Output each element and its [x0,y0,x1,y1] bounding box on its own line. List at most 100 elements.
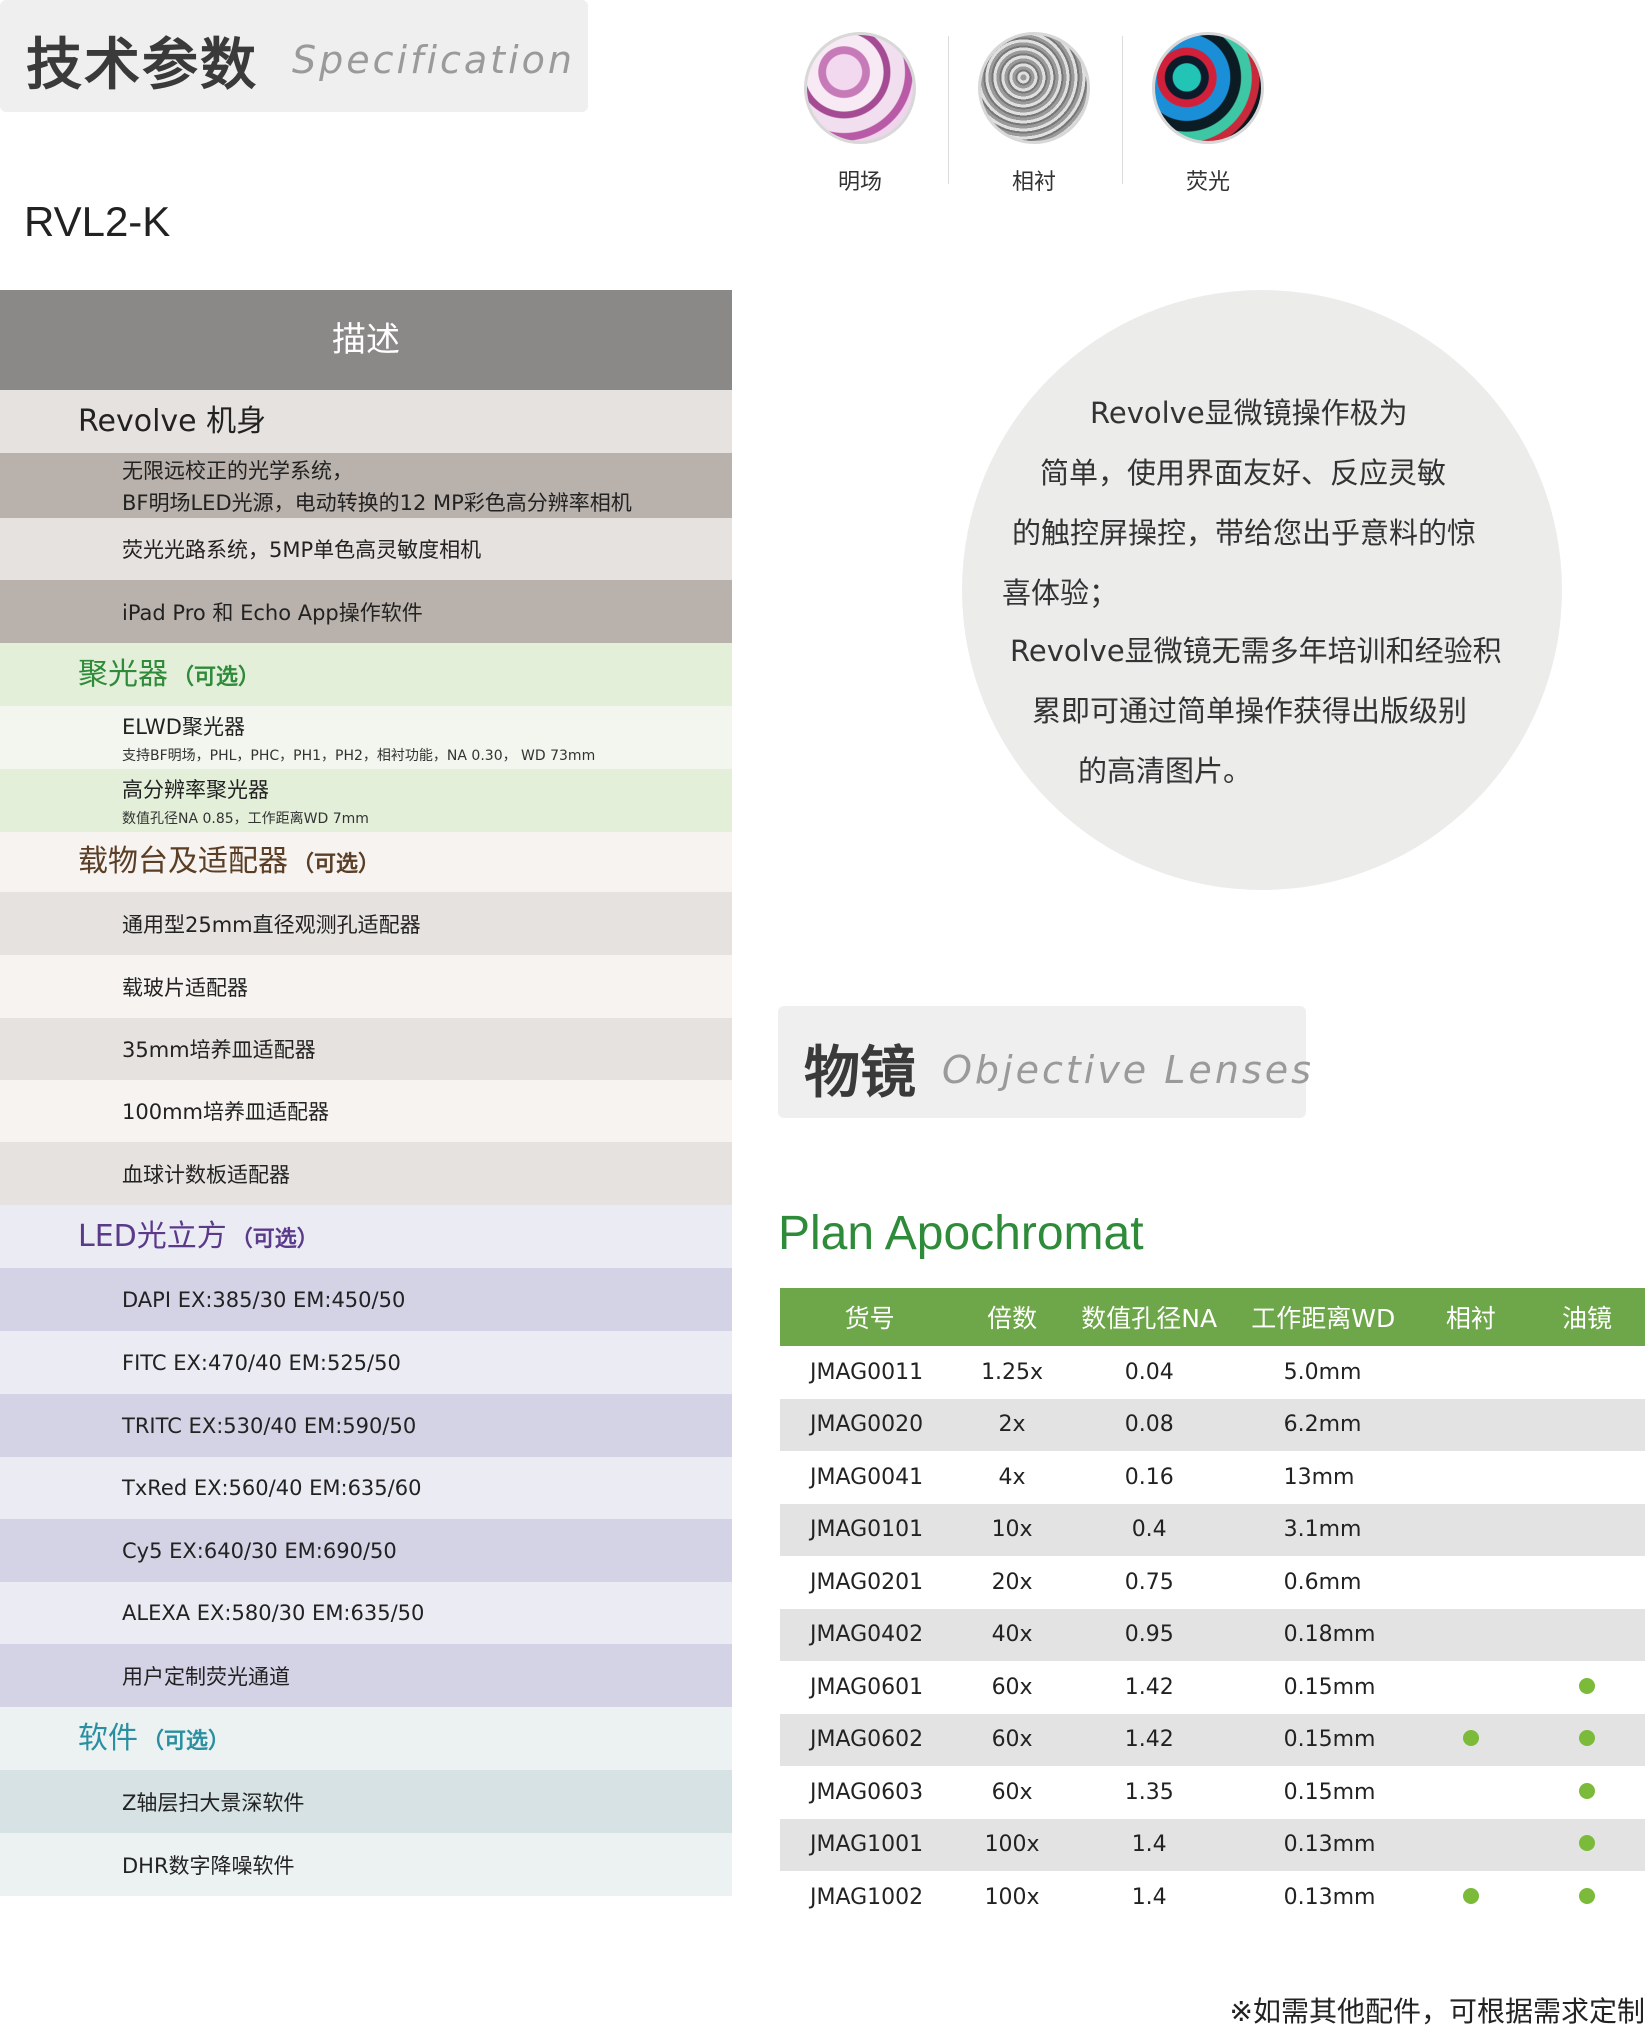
intro-line: Revolve显微镜无需多年培训和经验积 [1010,634,1502,668]
cell-na: 0.16 [1124,1464,1174,1490]
cell-wd: 6.2mm [1233,1398,1413,1451]
item-text: DHR数字降噪软件 [122,1853,295,1878]
table-row: JMAG0601 60x 1.42 0.15mm [780,1661,1645,1714]
cell-na: 0.4 [1064,1503,1234,1556]
objectives-body: JMAG0011 1.25x 0.04 5.0mm JMAG0020 2x 0.08 6.2m… [780,1346,1645,1924]
cell-id: JMAG0041 [810,1464,924,1490]
table-row: Z轴层扫大景深软件 [0,1770,732,1833]
section-title: 载物台及适配器 （可选） [0,832,732,892]
cell-id: JMAG0020 [780,1398,960,1451]
optional-tag: （可选） [172,665,261,690]
cell-wd: 0.6mm [1283,1569,1362,1595]
table-row: 高分辨率聚光器 数值孔径NA 0.85，工作距离WD 7mm [0,769,732,832]
cell-wd: 0.13mm [1233,1818,1413,1871]
table-row: TxRed EX:560/40 EM:635/60 [0,1457,732,1519]
cell-wd: 0.15mm [1233,1713,1413,1766]
table-row: JMAG0011 1.25x 0.04 5.0mm [780,1346,1645,1399]
optional-tag: （可选） [292,852,381,877]
item-text: 载玻片适配器 [122,975,248,1000]
mode-fluorescence: 荧光 [1150,32,1266,196]
item-text: FITC EX:470/40 EM:525/50 [122,1350,401,1375]
table-row: 100mm培养皿适配器 [0,1080,732,1142]
cell-na: 1.42 [1064,1713,1234,1766]
item-subtext: 支持BF明场，PHL，PHC，PH1，PH2，相衬功能，NA 0.30， WD … [122,747,596,764]
cell-id: JMAG0601 [810,1674,924,1700]
cell-mag: 4x [998,1464,1026,1490]
cell-phase [1412,1398,1529,1451]
objectives-header-row: 货号 倍数 数值孔径NA 工作距离WD 相衬 油镜 [780,1288,1645,1346]
series-title: Plan Apochromat [778,1207,1144,1260]
cell-phase [1413,1556,1529,1609]
table-row: 35mm培养皿适配器 [0,1018,732,1080]
cell-oil [1529,1451,1645,1504]
cell-oil [1528,1503,1645,1556]
cell-oil [1529,1556,1645,1609]
table-row: JMAG0602 60x 1.42 0.15mm [780,1713,1645,1766]
item-text: iPad Pro 和 Echo App操作软件 [122,600,423,625]
cell-id: JMAG0402 [780,1608,960,1661]
table-row: ALEXA EX:580/30 EM:635/50 [0,1582,732,1644]
item-text: 35mm培养皿适配器 [122,1038,316,1062]
cell-phase [1413,1346,1529,1399]
cell-na: 0.08 [1064,1398,1234,1451]
cell-na: 1.4 [1064,1818,1234,1871]
cell-phase [1413,1871,1529,1924]
table-row: 血球计数板适配器 [0,1142,732,1205]
section-title: 聚光器 （可选） [0,643,732,706]
brightfield-sample-icon [804,32,916,144]
description-table: 描述 Revolve 机身 无限远校正的光学系统， BF明场LED光源，电动转换的1… [0,290,732,1896]
cell-mag: 60x [991,1674,1033,1700]
mode-divider [948,36,949,184]
cell-phase [1412,1713,1529,1766]
table-row: iPad Pro 和 Echo App操作软件 [0,580,732,643]
intro-line: 喜体验； [1002,576,1119,610]
cell-id: JMAG0101 [780,1503,960,1556]
cell-mag: 20x [991,1569,1033,1595]
cell-oil [1529,1661,1645,1714]
cell-phase [1413,1661,1529,1714]
cell-mag: 10x [959,1503,1065,1556]
table-row: DHR数字降噪软件 [0,1833,732,1896]
cell-id: JMAG1001 [780,1818,960,1871]
table-header: 描述 [0,290,732,390]
mode-divider [1122,36,1123,184]
item-text: 用户定制荧光通道 [122,1664,290,1689]
section-title: Revolve 机身 [0,390,732,453]
cell-na: 1.42 [1124,1674,1174,1700]
cell-oil [1529,1766,1645,1819]
item-text: ALEXA EX:580/30 EM:635/50 [122,1601,425,1625]
cell-id: JMAG0602 [780,1713,960,1766]
cell-na: 1.4 [1131,1884,1167,1910]
cell-wd: 0.15mm [1283,1779,1376,1805]
intro-line: 简单，使用界面友好、反应灵敏 [1040,456,1447,490]
item-text: 荧光光路系统，5MP单色高灵敏度相机 [122,538,482,562]
table-row: 荧光光路系统，5MP单色高灵敏度相机 [0,518,732,580]
table-row: TRITC EX:530/40 EM:590/50 [0,1394,732,1457]
col-header: 油镜 [1528,1288,1645,1346]
section-title-text: 载物台及适配器 [78,844,288,879]
objectives-table: 货号 倍数 数值孔径NA 工作距离WD 相衬 油镜 JMAG0011 1.25x 0… [780,1288,1645,1924]
section-title: LED光立方 （可选） [0,1205,732,1268]
item-text: 100mm培养皿适配器 [122,1100,329,1124]
table-row: JMAG0402 40x 0.95 0.18mm [780,1608,1645,1661]
cell-oil [1528,1398,1645,1451]
intro-line: 的高清图片。 [1078,754,1253,788]
cell-wd: 3.1mm [1233,1503,1413,1556]
optional-tag: （可选） [142,1729,231,1754]
fluorescence-sample-icon [1152,32,1264,144]
table-row: JMAG1002 100x 1.4 0.13mm [780,1871,1645,1924]
table-row: JMAG0020 2x 0.08 6.2mm [780,1398,1645,1451]
cell-oil [1529,1871,1645,1924]
phase-contrast-sample-icon [978,32,1090,144]
col-header: 数值孔径NA [1064,1288,1234,1346]
mode-phase-contrast: 相衬 [976,32,1092,196]
phase-indicator-dot-icon [1462,1887,1479,1904]
item-text: 通用型25mm直径观测孔适配器 [122,912,421,937]
cell-wd: 0.15mm [1283,1674,1376,1700]
cell-mag: 60x [959,1713,1065,1766]
col-header: 倍数 [959,1288,1065,1346]
oil-indicator-dot-icon [1578,1730,1595,1747]
item-text: 血球计数板适配器 [122,1162,290,1187]
col-header: 货号 [780,1288,960,1346]
item-text: ELWD聚光器 [122,714,245,739]
